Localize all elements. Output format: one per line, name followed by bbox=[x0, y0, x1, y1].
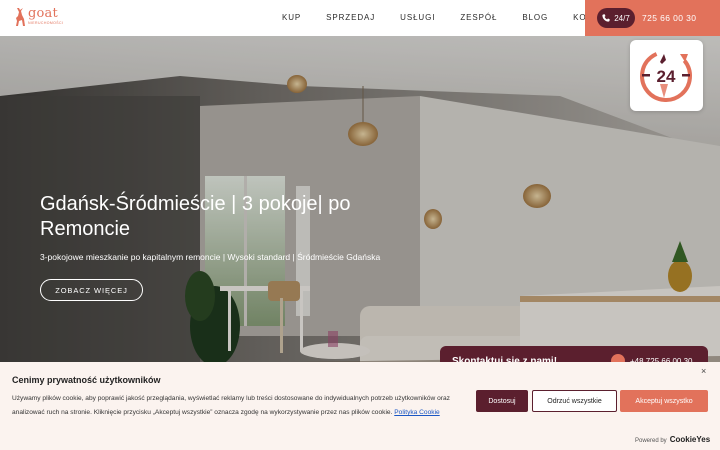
hero-title: Gdańsk-Śródmieście | 3 pokoje| po Remonc… bbox=[40, 193, 351, 240]
cookie-title: Cenimy prywatność użytkowników bbox=[12, 375, 161, 385]
logo[interactable]: goat NIERUCHOMOŚCI bbox=[14, 7, 63, 27]
nav-item-uslugi[interactable]: USŁUGI bbox=[400, 13, 435, 23]
cookieyes-logo: CookieYes bbox=[669, 435, 711, 444]
customize-button[interactable]: Dostosuj bbox=[476, 390, 528, 412]
header-contact: 24/7 725 66 00 30 bbox=[585, 0, 720, 36]
see-more-button[interactable]: ZOBACZ WIĘCEJ bbox=[40, 279, 143, 301]
hero-subtitle: 3-pokojowe mieszkanie po kapitalnym remo… bbox=[40, 252, 381, 262]
badge-24-text: 24 bbox=[657, 67, 676, 86]
site-header: goat NIERUCHOMOŚCI KUP SPRZEDAJ USŁUGI Z… bbox=[0, 0, 720, 36]
header-phone-link[interactable]: 725 66 00 30 bbox=[642, 13, 696, 23]
accept-all-button[interactable]: Akceptuj wszystko bbox=[620, 390, 708, 412]
logo-subtitle: NIERUCHOMOŚCI bbox=[28, 21, 64, 25]
nav-item-zespol[interactable]: ZESPÓŁ bbox=[460, 13, 497, 23]
badge-247-label: 24/7 bbox=[614, 13, 630, 23]
close-icon[interactable]: × bbox=[701, 366, 706, 376]
main-nav: KUP SPRZEDAJ USŁUGI ZESPÓŁ BLOG KONTAKT bbox=[282, 13, 617, 23]
reject-all-button[interactable]: Odrzuć wszystkie bbox=[532, 390, 617, 412]
cookie-banner: Cenimy prywatność użytkowników Używamy p… bbox=[0, 362, 720, 450]
nav-item-blog[interactable]: BLOG bbox=[522, 13, 548, 23]
powered-by-label: Powered by bbox=[635, 438, 667, 444]
nav-item-sprzedaj[interactable]: SPRZEDAJ bbox=[326, 13, 375, 23]
cookie-text: Używamy plików cookie, aby poprawić jako… bbox=[12, 392, 464, 420]
cookie-description: Używamy plików cookie, aby poprawić jako… bbox=[12, 395, 450, 416]
powered-by[interactable]: Powered by CookieYes bbox=[635, 435, 710, 444]
cookie-policy-link[interactable]: Polityka Cookie bbox=[394, 409, 439, 416]
nav-item-kup[interactable]: KUP bbox=[282, 13, 301, 23]
badge-24h[interactable]: 24 bbox=[630, 40, 703, 111]
goat-logo-icon bbox=[16, 8, 25, 26]
badge-247-button[interactable]: 24/7 bbox=[597, 8, 635, 28]
clock-24h-icon: 24 bbox=[640, 50, 692, 102]
phone-icon bbox=[602, 14, 610, 22]
logo-word: goat bbox=[28, 6, 58, 21]
